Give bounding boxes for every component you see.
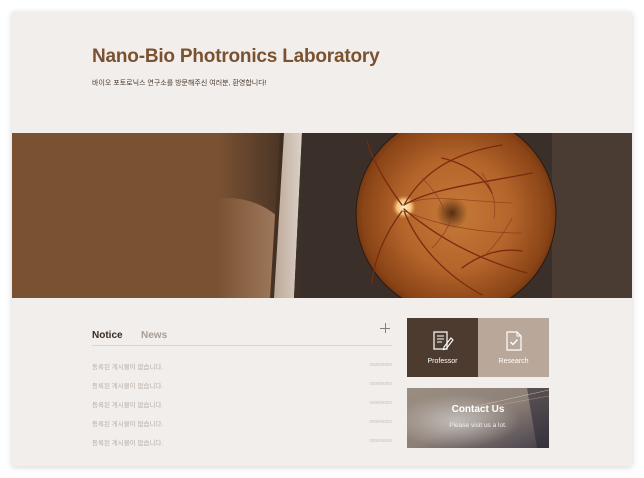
list-item-date: 0000/00/00 [369,400,392,405]
list-item-text: 등록된 게시물이 없습니다. [92,383,164,390]
professor-button[interactable]: Professor [407,318,478,377]
site-title[interactable]: Nano-Bio Photronics Laboratory [92,46,380,68]
page-frame: Nano-Bio Photronics Laboratory 바이오 포토로닉스… [12,12,632,466]
document-check-icon [506,331,522,351]
tab-news[interactable]: News [141,330,167,341]
list-item-date: 0000/00/00 [369,362,392,367]
list-item[interactable]: 등록된 게시물이 없습니다. 0000/00/00 [92,358,392,377]
list-item-text: 등록된 게시물이 없습니다. [92,402,164,409]
list-item-date: 0000/00/00 [369,381,392,386]
hero-retina-image [12,133,632,298]
contact-subtitle: Please visit us a lot. [449,422,507,429]
professor-label: Professor [427,358,458,365]
site-subtitle: 바이오 포토로닉스 연구소를 방문해주신 여러분, 환영합니다! [92,80,267,87]
board-list: 등록된 게시물이 없습니다. 0000/00/00 등록된 게시물이 없습니다.… [92,358,392,453]
list-item-text: 등록된 게시물이 없습니다. [92,440,164,447]
document-pen-icon [433,331,454,351]
contact-title: Contact Us [451,404,505,415]
hero-banner [12,133,632,298]
list-item-date: 0000/00/00 [369,438,392,443]
research-button[interactable]: Research [478,318,549,377]
list-item-date: 0000/00/00 [369,419,392,424]
list-item[interactable]: 등록된 게시물이 없습니다. 0000/00/00 [92,415,392,434]
list-item[interactable]: 등록된 게시물이 없습니다. 0000/00/00 [92,434,392,453]
tab-notice[interactable]: Notice [92,330,123,341]
research-label: Research [498,358,529,365]
board-divider [92,345,392,346]
contact-us-banner[interactable]: Contact Us Please visit us a lot. [407,388,549,448]
board-tabs: Notice News [92,325,181,343]
list-item-text: 등록된 게시물이 없습니다. [92,364,164,371]
list-item-text: 등록된 게시물이 없습니다. [92,421,164,428]
more-plus-button[interactable] [378,321,392,335]
list-item[interactable]: 등록된 게시물이 없습니다. 0000/00/00 [92,396,392,415]
list-item[interactable]: 등록된 게시물이 없습니다. 0000/00/00 [92,377,392,396]
contact-background-image [407,388,549,448]
